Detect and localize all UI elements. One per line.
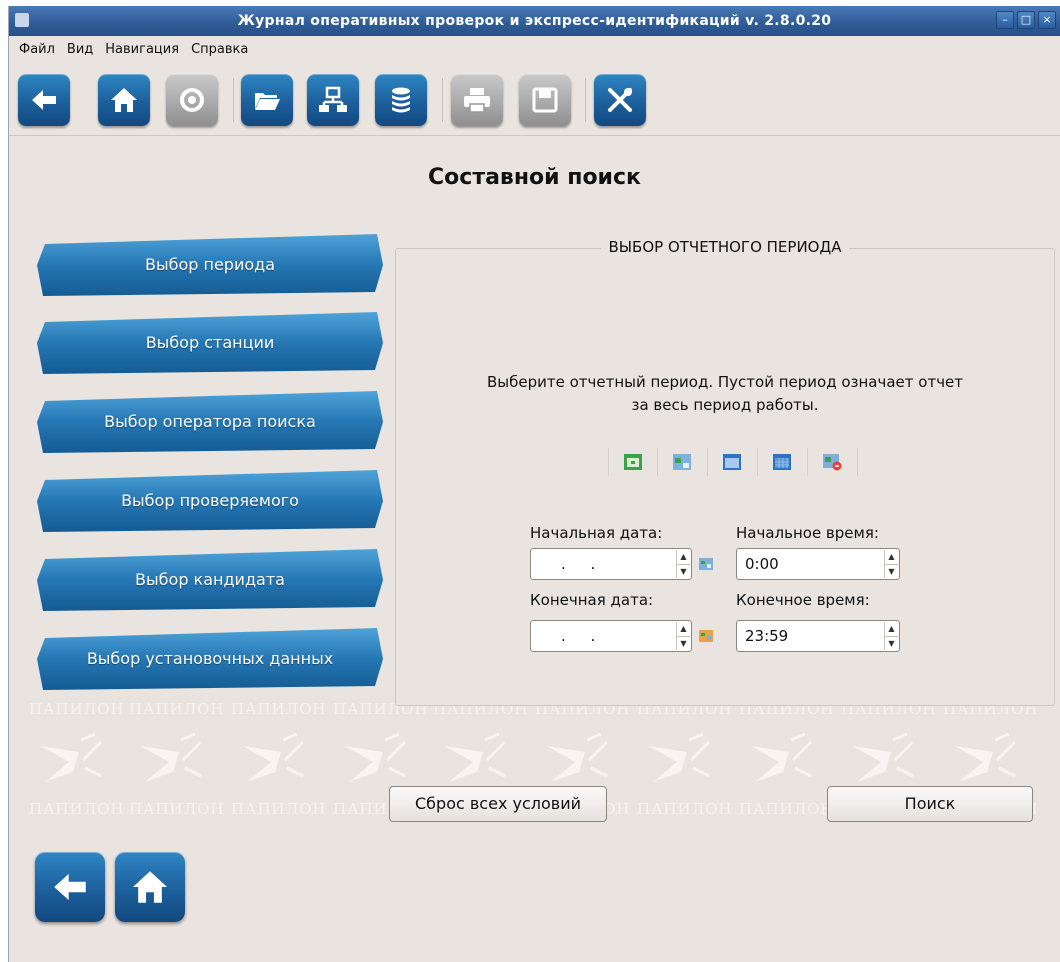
toolbar-save-button[interactable] xyxy=(519,74,571,126)
end-time-spinner[interactable]: ▲ ▼ xyxy=(884,622,898,650)
nav-label: Выбор проверяемого xyxy=(121,491,299,510)
nav-label: Выбор оператора поиска xyxy=(104,412,316,431)
menu-view[interactable]: Вид xyxy=(61,42,99,57)
reset-conditions-button[interactable]: Сброс всех условий xyxy=(389,786,607,822)
end-date-calendar-icon[interactable] xyxy=(699,630,713,642)
app-window: Журнал оперативных проверок и экспресс-и… xyxy=(8,6,1060,962)
groupbox-legend: ВЫБОР ОТЧЕТНОГО ПЕРИОДА xyxy=(600,238,850,256)
end-date-spinner[interactable]: ▲ ▼ xyxy=(676,622,690,650)
toolbar-print-button[interactable] xyxy=(451,74,503,126)
watermark-logo-icon xyxy=(345,732,407,782)
minimize-icon[interactable]: – xyxy=(996,11,1014,29)
nav-label: Выбор кандидата xyxy=(135,570,285,589)
nav-label: Выбор станции xyxy=(145,333,275,352)
folder-icon xyxy=(255,93,280,110)
nav-select-setup-data-button[interactable]: Выбор установочных данных xyxy=(37,628,383,690)
calendar-month-icon xyxy=(723,454,741,470)
menu-bar: Файл Вид Навигация Справка xyxy=(9,37,1060,61)
calendar-clear-icon xyxy=(823,454,842,471)
toolbar-network-button[interactable] xyxy=(307,74,359,126)
calendar-year-icon xyxy=(773,454,791,470)
window-title: Журнал оперативных проверок и экспресс-и… xyxy=(237,13,832,29)
title-bar: Журнал оперативных проверок и экспресс-и… xyxy=(9,6,1060,36)
start-date-spinner[interactable]: ▲ ▼ xyxy=(676,550,690,578)
quick-period-buttons xyxy=(608,448,858,476)
quick-week-button[interactable] xyxy=(658,448,708,476)
nav-select-checked-button[interactable]: Выбор проверяемого xyxy=(37,470,383,532)
end-time-label: Конечное время: xyxy=(736,591,870,609)
nav-select-period-button[interactable]: Выбор периода xyxy=(37,234,383,296)
nav-label: Выбор периода xyxy=(144,255,276,274)
watermark-logo-icon xyxy=(41,732,103,782)
watermark-text: ПАПИЛОН xyxy=(739,800,835,818)
watermark-text: ПАПИЛОН xyxy=(231,700,327,718)
watermark-logo-icon xyxy=(243,732,305,782)
bottom-home-button[interactable] xyxy=(115,852,185,922)
watermark-logo-icon xyxy=(751,732,813,782)
home-icon xyxy=(111,88,137,112)
watermark-logo-icon xyxy=(445,732,507,782)
nav-select-candidate-button[interactable]: Выбор кандидата xyxy=(37,549,383,611)
print-icon xyxy=(464,88,490,113)
watermark-text: ПАПИЛОН xyxy=(637,800,733,818)
refresh-icon xyxy=(180,88,204,112)
start-date-label: Начальная дата: xyxy=(530,524,663,542)
end-date-field[interactable]: . . ▲ ▼ xyxy=(530,620,692,652)
start-date-field[interactable]: . . ▲ ▼ xyxy=(530,548,692,580)
toolbar-back-button[interactable] xyxy=(18,74,70,126)
period-groupbox: ВЫБОР ОТЧЕТНОГО ПЕРИОДА Выберите отчетны… xyxy=(395,238,1055,706)
menu-help[interactable]: Справка xyxy=(185,42,254,57)
menu-navigation[interactable]: Навигация xyxy=(99,42,185,57)
back-arrow-icon xyxy=(54,873,86,901)
database-icon xyxy=(392,87,410,113)
page-title: Составной поиск xyxy=(428,165,641,190)
end-date-label: Конечная дата: xyxy=(530,591,654,609)
toolbar-database-button[interactable] xyxy=(375,74,427,126)
watermark-logo-icon xyxy=(547,732,609,782)
content-area: ПАПИЛОН ПАПИЛОН ПАПИЛОН ПАПИЛОН ПАПИЛОН ПАПИЛ… xyxy=(9,137,1060,962)
save-icon xyxy=(532,87,558,113)
toolbar-refresh-button[interactable] xyxy=(166,74,218,126)
settings-tools-icon xyxy=(608,88,632,112)
nav-select-operator-button[interactable]: Выбор оператора поиска xyxy=(37,391,383,453)
quick-month-button[interactable] xyxy=(708,448,758,476)
watermark-text: ПАПИЛОН xyxy=(129,800,225,818)
menu-file[interactable]: Файл xyxy=(13,42,61,57)
network-icon xyxy=(319,86,347,112)
bottom-back-button[interactable] xyxy=(35,852,105,922)
start-date-calendar-icon[interactable] xyxy=(699,558,713,570)
watermark-text: ПАПИЛОН xyxy=(231,800,327,818)
toolbar xyxy=(9,64,1060,136)
toolbar-open-button[interactable] xyxy=(241,74,293,126)
quick-clear-button[interactable] xyxy=(808,448,858,476)
watermark-logo-icon xyxy=(649,732,711,782)
watermark-text: ПАПИЛОН xyxy=(129,700,225,718)
home-icon xyxy=(132,871,168,903)
period-hint: Выберите отчетный период. Пустой период … xyxy=(486,373,964,414)
search-button[interactable]: Поиск xyxy=(827,786,1033,822)
maximize-icon[interactable]: □ xyxy=(1017,11,1035,29)
watermark-logo-icon xyxy=(141,732,203,782)
nav-label: Выбор установочных данных xyxy=(86,649,334,668)
watermark-text: ПАПИЛОН xyxy=(29,700,125,718)
watermark-logo-icon xyxy=(853,732,915,782)
start-time-label: Начальное время: xyxy=(736,524,879,542)
quick-year-button[interactable] xyxy=(758,448,808,476)
end-time-field[interactable]: 23:59 ▲ ▼ xyxy=(736,620,900,652)
back-arrow-icon xyxy=(32,90,56,110)
toolbar-settings-button[interactable] xyxy=(594,74,646,126)
calendar-today-icon xyxy=(624,454,642,470)
watermark-logo-icon xyxy=(955,732,1017,782)
start-time-spinner[interactable]: ▲ ▼ xyxy=(884,550,898,578)
nav-select-station-button[interactable]: Выбор станции xyxy=(37,312,383,374)
toolbar-home-button[interactable] xyxy=(98,74,150,126)
start-time-field[interactable]: 0:00 ▲ ▼ xyxy=(736,548,900,580)
quick-today-button[interactable] xyxy=(608,448,658,476)
close-icon[interactable]: × xyxy=(1038,11,1056,29)
calendar-week-icon xyxy=(673,454,691,470)
watermark-text: ПАПИЛОН xyxy=(29,800,125,818)
